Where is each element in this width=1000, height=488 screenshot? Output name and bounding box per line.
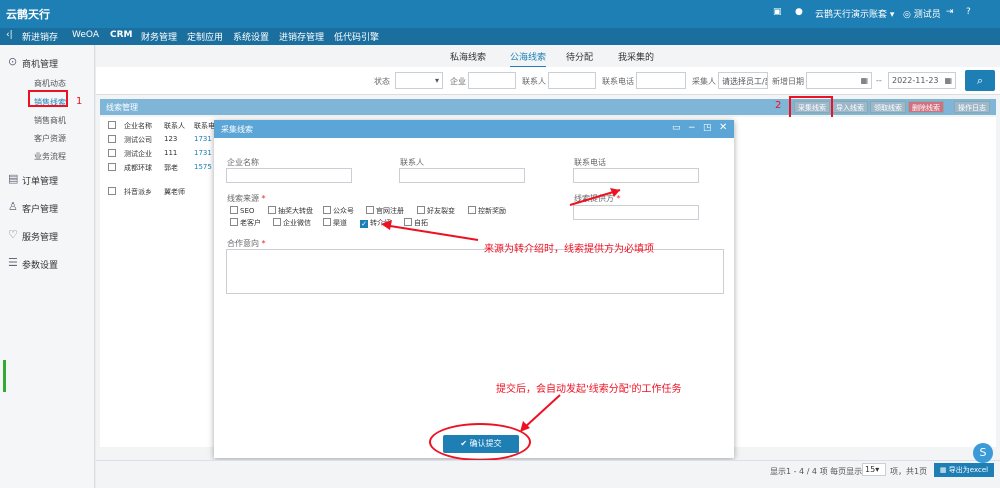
floating-help-icon[interactable]: S bbox=[973, 443, 993, 463]
export-excel-button[interactable]: ▦ 导出为excel bbox=[934, 463, 994, 477]
arrow-referral bbox=[383, 224, 479, 241]
excel-icon: ▦ bbox=[939, 466, 949, 474]
export-label: 导出为excel bbox=[948, 466, 989, 474]
pagination-unit: 项，共1页 bbox=[890, 467, 928, 476]
page-size-select[interactable]: 15▾ bbox=[862, 463, 886, 476]
arrowhead bbox=[381, 220, 392, 230]
page-size-value: 15 bbox=[865, 465, 876, 474]
arrow-submit bbox=[523, 394, 561, 429]
annotation-4: 提交后，会自动发起'线索分配'的工作任务 bbox=[496, 384, 682, 395]
pagination-info: 显示1 - 4 / 4 项 每页显示 bbox=[770, 467, 863, 476]
annotation-3: 来源为转介绍时，线索提供方为必填项 bbox=[484, 244, 654, 255]
